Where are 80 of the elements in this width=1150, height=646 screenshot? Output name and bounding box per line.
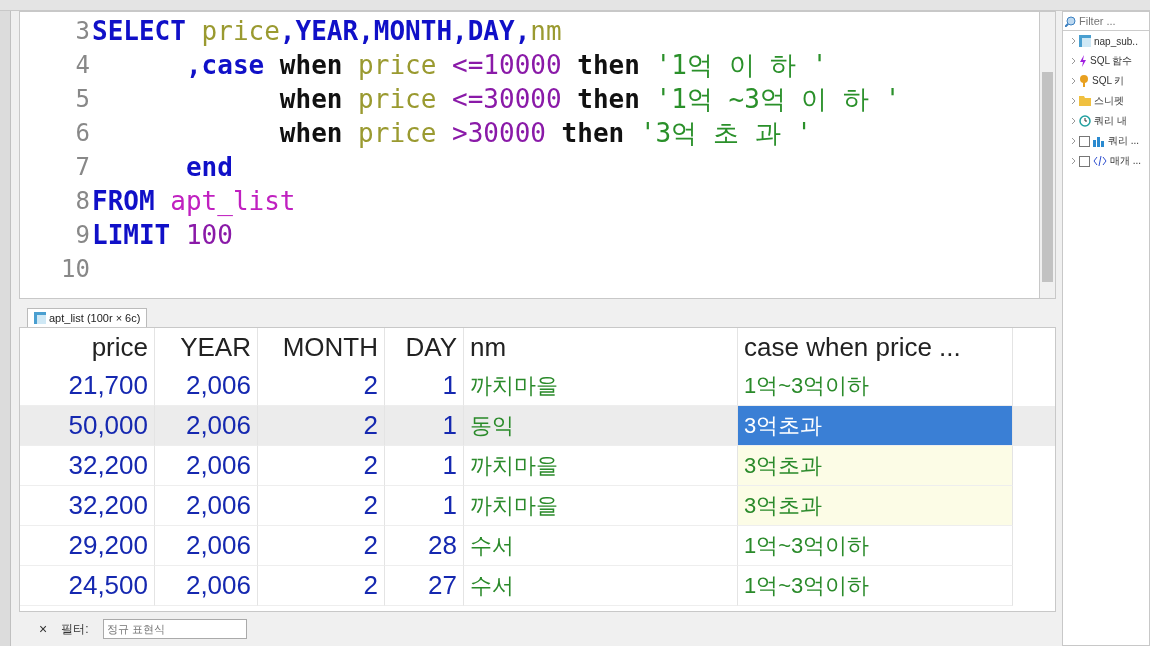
chevron-icon[interactable] xyxy=(1071,37,1076,45)
code-line: ,case when price <=10000 then '1억 이 하 ' xyxy=(184,48,828,82)
table-cell: 2,006 xyxy=(155,486,258,526)
line-number: 10 xyxy=(60,255,90,283)
table-icon xyxy=(34,312,46,324)
table-cell: 2,006 xyxy=(155,446,258,486)
scrollbar[interactable] xyxy=(1040,11,1056,299)
table-cell: 1 xyxy=(385,486,464,526)
code-line: end xyxy=(184,152,233,182)
result-tab[interactable]: apt_list (100r × 6c) xyxy=(27,308,148,327)
table-cell: 3억초과 xyxy=(738,406,1013,446)
code-line: FROM apt_list xyxy=(91,186,296,216)
table-cell: 3억초과 xyxy=(738,446,1013,486)
line-number: 5 xyxy=(74,85,90,113)
tree-item[interactable]: nap_sub.. xyxy=(1063,31,1149,51)
column-header[interactable]: nm xyxy=(464,328,738,366)
filter-input[interactable]: 정규 표현식 xyxy=(102,619,247,639)
code-icon xyxy=(1093,156,1107,166)
table-cell: 24,500 xyxy=(20,566,155,606)
checkbox[interactable] xyxy=(1079,155,1090,167)
table-cell: 2 xyxy=(258,526,385,566)
tree-item[interactable]: 쿼리 내 xyxy=(1063,111,1149,131)
table-cell: 2 xyxy=(258,486,385,526)
column-header[interactable]: case when price ... xyxy=(738,328,1013,366)
table-cell: 2 xyxy=(258,406,385,446)
tree-item[interactable]: 스니펫 xyxy=(1063,91,1149,111)
table-icon xyxy=(1079,35,1091,47)
line-number: 7 xyxy=(74,153,90,181)
line-number: 4 xyxy=(74,51,90,79)
table-cell: 2 xyxy=(258,446,385,486)
line-number: 9 xyxy=(74,221,90,249)
table-cell: 2 xyxy=(258,566,385,606)
code-line: LIMIT 100 xyxy=(91,220,233,250)
code-line: SELECT price,YEAR,MONTH,DAY,nm xyxy=(91,16,562,46)
search-icon xyxy=(1065,15,1076,27)
table-cell: 27 xyxy=(385,566,464,606)
tree-item[interactable]: 쿼리 ... xyxy=(1063,131,1149,151)
column-header[interactable]: MONTH xyxy=(258,328,385,366)
line-number: 3 xyxy=(74,17,90,45)
table-cell: 28 xyxy=(385,526,464,566)
code-line: when price >30000 then '3억 초 과 ' xyxy=(278,116,812,150)
chevron-icon[interactable] xyxy=(1071,157,1076,165)
chevron-icon[interactable] xyxy=(1071,117,1076,125)
tree-item[interactable]: 매개 ... xyxy=(1063,151,1149,171)
table-cell: 1 xyxy=(385,406,464,446)
table-cell: 32,200 xyxy=(20,446,155,486)
column-header[interactable]: price xyxy=(20,328,155,366)
chevron-icon[interactable] xyxy=(1071,57,1076,65)
key-icon xyxy=(1079,75,1089,87)
filter-label: 필터: xyxy=(61,620,89,638)
close-button[interactable]: × xyxy=(39,621,48,637)
code-line: when price <=30000 then '1억 ~3억 이 하 ' xyxy=(278,82,901,116)
column-header[interactable]: YEAR xyxy=(155,328,258,366)
table-cell: 1 xyxy=(385,446,464,486)
tree-item[interactable]: SQL 함수 xyxy=(1063,51,1149,71)
table-cell: 1억~3억이하 xyxy=(738,566,1013,606)
lightning-icon xyxy=(1079,55,1087,67)
code-editor[interactable]: 3 SELECT price,YEAR,MONTH,DAY,nm 4 ,case when price <=10000 then '1억 이 하 ' 5 when price <=30000 then '1억 ~3억 이 하 ' 6 when price >30000 then '3억 초 과 ' 7 end 8 FROM apt_list 9 LIMIT 100 10 xyxy=(19,11,1040,299)
checkbox[interactable] xyxy=(1079,135,1090,147)
table-cell: 수서 xyxy=(464,566,738,606)
table-cell: 1억~3억이하 xyxy=(738,526,1013,566)
chevron-icon[interactable] xyxy=(1071,97,1076,105)
line-number: 8 xyxy=(74,187,90,215)
table-cell: 수서 xyxy=(464,526,738,566)
filter-input[interactable]: Filter ... xyxy=(1079,15,1139,27)
tree-item[interactable]: SQL 키 xyxy=(1063,71,1149,91)
folder-icon xyxy=(1079,96,1091,106)
table-cell: 3억초과 xyxy=(738,486,1013,526)
table-cell: 32,200 xyxy=(20,486,155,526)
table-cell: 2,006 xyxy=(155,566,258,606)
table-cell: 2,006 xyxy=(155,526,258,566)
line-number: 6 xyxy=(74,119,90,147)
column-header[interactable]: DAY xyxy=(385,328,464,366)
table-cell: 2,006 xyxy=(155,406,258,446)
chevron-icon[interactable] xyxy=(1071,77,1076,85)
clock-icon xyxy=(1079,115,1091,127)
chevron-icon[interactable] xyxy=(1071,137,1076,145)
table-cell: 50,000 xyxy=(20,406,155,446)
bar-chart-icon xyxy=(1093,135,1105,147)
table-cell: 29,200 xyxy=(20,526,155,566)
